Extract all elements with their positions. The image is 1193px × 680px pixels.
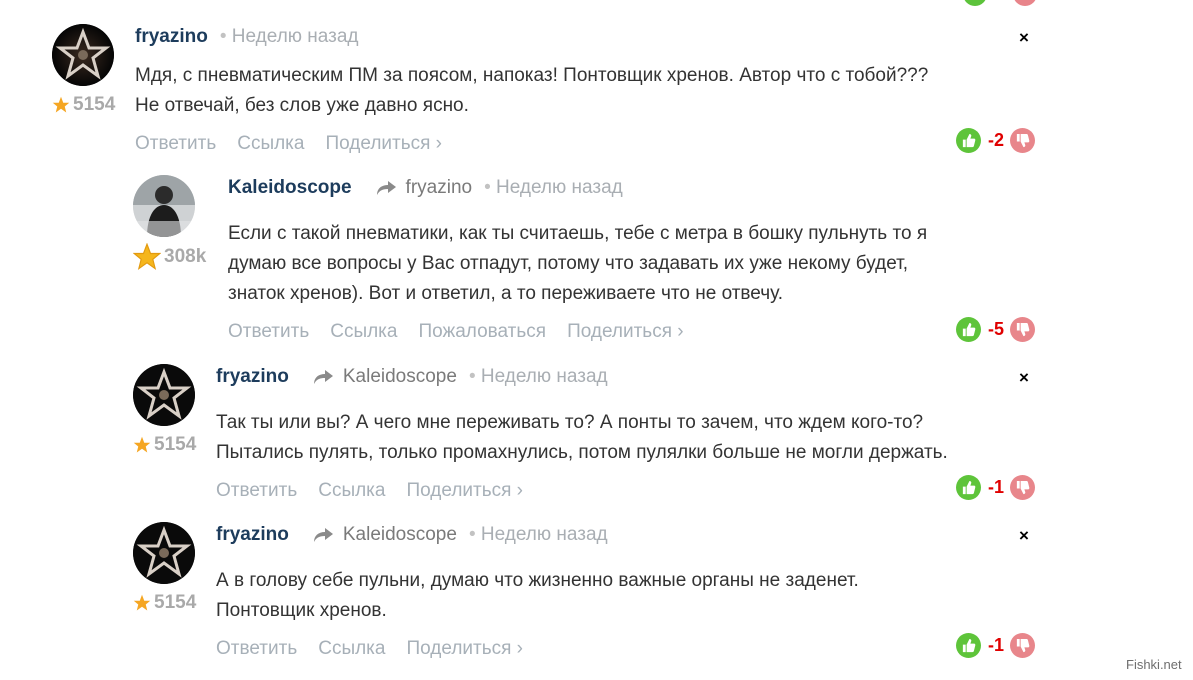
timestamp[interactable]: Неделю назад (469, 524, 608, 546)
link-button[interactable]: Ссылка (237, 133, 304, 155)
reply-to-link[interactable]: fryazino (406, 177, 473, 199)
vote-score: -2 (988, 130, 1005, 150)
vote-widget: -1 (956, 633, 1036, 658)
vote-widget: -5 (956, 317, 1036, 342)
comment-text: А в голову себе пульни, думаю что жизнен… (216, 566, 859, 626)
comment-meta: fryazino Kaleidoscope Неделю назад (216, 366, 608, 388)
karma: 308k (133, 243, 206, 271)
karma: 5154 (133, 434, 196, 456)
comment-3: 5154 fryazino Kaleidoscope Неделю назад … (133, 364, 1043, 509)
comment-meta: Kaleidoscope fryazino Неделю назад (228, 177, 623, 199)
close-icon[interactable]: × (1019, 526, 1029, 546)
link-button[interactable]: Ссылка (318, 638, 385, 660)
comment-1: 5154 fryazino Неделю назад × Мдя, с пнев… (52, 24, 1042, 164)
comment-actions: Ответить Ссылка Поделиться › (135, 133, 442, 155)
star-pattern-avatar-icon (133, 364, 195, 426)
vote-score: -1 (988, 635, 1005, 655)
karma-value: 308k (164, 246, 207, 267)
avatar[interactable] (133, 364, 195, 426)
vote-widget: -2 (956, 128, 1036, 153)
reply-arrow-icon (313, 370, 333, 384)
reply-arrow-icon (376, 181, 396, 195)
karma-value: 5154 (73, 94, 116, 115)
comment-text: Мдя, с пневматическим ПМ за поясом, напо… (135, 61, 928, 121)
text-line: знаток хренов). Вот и ответил, а то пере… (228, 283, 784, 304)
text-line: думаю все вопросы у Вас отпадут, потому … (228, 253, 909, 274)
share-button[interactable]: Поделиться › (325, 133, 442, 155)
reply-button[interactable]: Ответить (135, 133, 216, 155)
reply-button[interactable]: Ответить (216, 638, 297, 660)
reply-button[interactable]: Ответить (228, 321, 309, 343)
vote-score: -1 (988, 477, 1005, 497)
vote-score: -5 (988, 319, 1005, 339)
thumb-down-icon[interactable] (1010, 317, 1036, 342)
thumb-up-icon[interactable] (963, 0, 987, 6)
close-icon[interactable]: × (1019, 28, 1029, 48)
star-pattern-avatar-icon (52, 24, 114, 86)
thumb-up-icon[interactable] (956, 317, 981, 342)
author-link[interactable]: fryazino (135, 26, 208, 48)
comment-meta: fryazino Неделю назад (135, 26, 359, 48)
star-icon (52, 96, 70, 113)
thumb-down-icon[interactable] (1010, 475, 1036, 500)
share-button[interactable]: Поделиться › (567, 321, 684, 343)
comment-meta: fryazino Kaleidoscope Неделю назад (216, 524, 608, 546)
avatar[interactable] (52, 24, 114, 86)
reply-to-link[interactable]: Kaleidoscope (343, 524, 457, 546)
star-icon (133, 594, 151, 611)
author-link[interactable]: Kaleidoscope (228, 177, 352, 199)
comment-actions: Ответить Ссылка Пожаловаться Поделиться … (228, 321, 684, 343)
text-line: Не отвечай, без слов уже давно ясно. (135, 95, 469, 116)
comment-text: Так ты или вы? А чего мне переживать то?… (216, 408, 948, 468)
comment-4: 5154 fryazino Kaleidoscope Неделю назад … (133, 522, 1043, 667)
reply-to-link[interactable]: Kaleidoscope (343, 366, 457, 388)
comment-actions: Ответить Ссылка Поделиться › (216, 480, 523, 502)
timestamp[interactable]: Неделю назад (484, 177, 623, 199)
share-button[interactable]: Поделиться › (406, 638, 523, 660)
karma: 5154 (133, 592, 196, 614)
cut-off-text (527, 0, 547, 2)
thumb-down-icon[interactable] (1013, 0, 1037, 6)
text-line: Мдя, с пневматическим ПМ за поясом, напо… (135, 65, 929, 86)
thumb-down-icon[interactable] (1010, 633, 1036, 658)
author-link[interactable]: fryazino (216, 524, 289, 546)
avatar[interactable] (133, 522, 195, 584)
comment-2: 308k Kaleidoscope fryazino Неделю назад … (133, 175, 1043, 355)
thumb-up-icon[interactable] (956, 633, 981, 658)
share-button[interactable]: Поделиться › (406, 480, 523, 502)
text-line: Если с такой пневматики, как ты считаешь… (228, 223, 928, 244)
karma: 5154 (52, 94, 115, 116)
star-icon (133, 243, 161, 271)
text-line: А в голову себе пульни, думаю что жизнен… (216, 570, 859, 591)
comment-actions: Ответить Ссылка Поделиться › (216, 638, 523, 660)
star-icon (133, 436, 151, 453)
close-icon[interactable]: × (1019, 368, 1029, 388)
thumb-up-icon[interactable] (956, 475, 981, 500)
reply-arrow-icon (313, 528, 333, 542)
star-pattern-avatar-icon (133, 522, 195, 584)
link-button[interactable]: Ссылка (318, 480, 385, 502)
thumb-up-icon[interactable] (956, 128, 981, 153)
text-line: Пытались пулять, только промахнулись, по… (216, 442, 948, 463)
link-button[interactable]: Ссылка (330, 321, 397, 343)
author-link[interactable]: fryazino (216, 366, 289, 388)
report-button[interactable]: Пожаловаться (418, 321, 546, 343)
reply-button[interactable]: Ответить (216, 480, 297, 502)
vote-widget: -1 (956, 475, 1036, 500)
thumb-down-icon[interactable] (1010, 128, 1036, 153)
watermark: Fishki.net (1126, 657, 1182, 672)
karma-value: 5154 (154, 592, 197, 613)
comment-text: Если с такой пневматики, как ты считаешь… (228, 219, 927, 309)
text-line: Так ты или вы? А чего мне переживать то?… (216, 412, 924, 433)
avatar[interactable] (133, 175, 195, 237)
timestamp[interactable]: Неделю назад (469, 366, 608, 388)
text-line: Понтовщик хренов. (216, 600, 387, 621)
person-photo-avatar-icon (133, 175, 195, 237)
timestamp[interactable]: Неделю назад (220, 26, 359, 48)
previous-comment-stub (0, 0, 1193, 6)
karma-value: 5154 (154, 434, 197, 455)
